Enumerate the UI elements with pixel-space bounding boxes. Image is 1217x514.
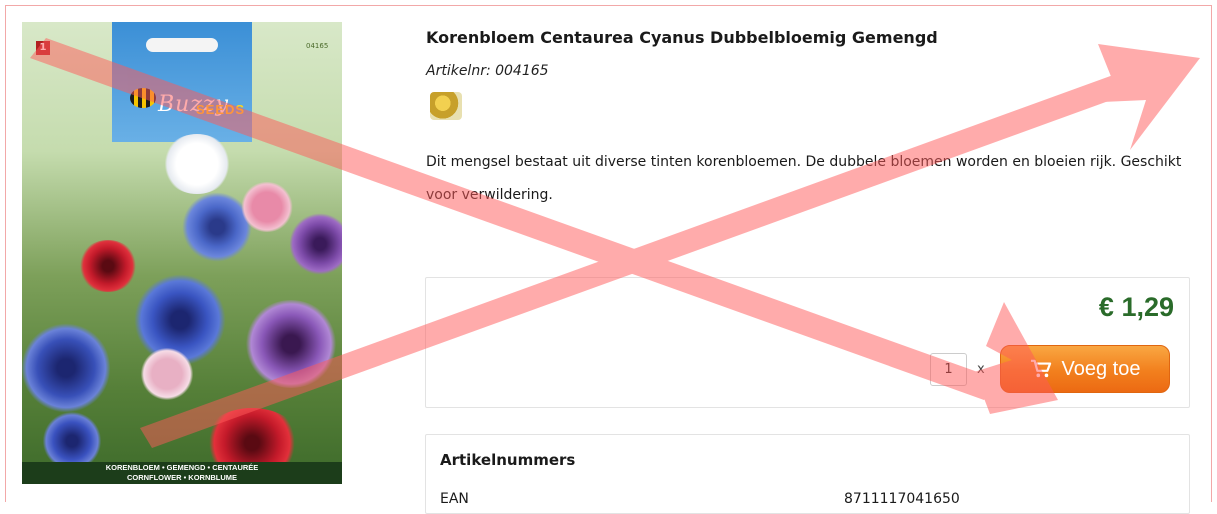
flower-pink bbox=[240, 182, 294, 232]
packet-label-line1: KORENBLOEM • GEMENGD • CENTAURÉE bbox=[105, 463, 259, 472]
purchase-box: € 1,29 x Voeg toe bbox=[425, 277, 1190, 408]
product-description: Dit mengsel bestaat uit diverse tinten k… bbox=[426, 154, 1182, 203]
packet-label-line2: CORNFLOWER • KORNBLUME bbox=[126, 473, 238, 482]
packet-label: KORENBLOEM • GEMENGD • CENTAURÉE CORNFLO… bbox=[22, 462, 342, 484]
cart-icon bbox=[1030, 359, 1051, 378]
flower-purple bbox=[290, 212, 342, 276]
flower-blue-left bbox=[22, 322, 110, 414]
quantity-input[interactable] bbox=[930, 353, 967, 386]
packet-brand-bottom: SEEDS bbox=[196, 102, 246, 117]
product-title: Korenbloem Centaurea Cyanus Dubbelbloemi… bbox=[426, 28, 938, 47]
packet-hang-hole bbox=[146, 38, 218, 52]
flower-pink-small bbox=[140, 348, 194, 400]
add-to-cart-button[interactable]: Voeg toe bbox=[1000, 345, 1170, 393]
product-image[interactable]: 1 04165 Buzzy SEEDS KORENBLOEM • GEMENGD… bbox=[22, 22, 342, 484]
article-numbers-title: Artikelnummers bbox=[440, 451, 576, 469]
bee-icon bbox=[130, 88, 156, 108]
product-price: € 1,29 bbox=[1098, 292, 1174, 322]
add-to-cart-label: Voeg toe bbox=[1061, 357, 1141, 380]
flower-white bbox=[162, 134, 232, 194]
ean-label: EAN bbox=[440, 491, 469, 507]
packet-sticker: 1 bbox=[36, 41, 50, 55]
flower-purple-big bbox=[244, 300, 338, 388]
packet-code: 04165 bbox=[306, 42, 329, 50]
buzzy-seeds-logo-icon bbox=[430, 92, 462, 120]
article-number: Artikelnr: 004165 bbox=[426, 63, 549, 79]
ean-value: 8711117041650 bbox=[844, 491, 960, 507]
flower-red bbox=[78, 240, 138, 292]
article-numbers-box: Artikelnummers EAN 8711117041650 bbox=[425, 434, 1190, 514]
quantity-multiplier: x bbox=[977, 362, 985, 377]
